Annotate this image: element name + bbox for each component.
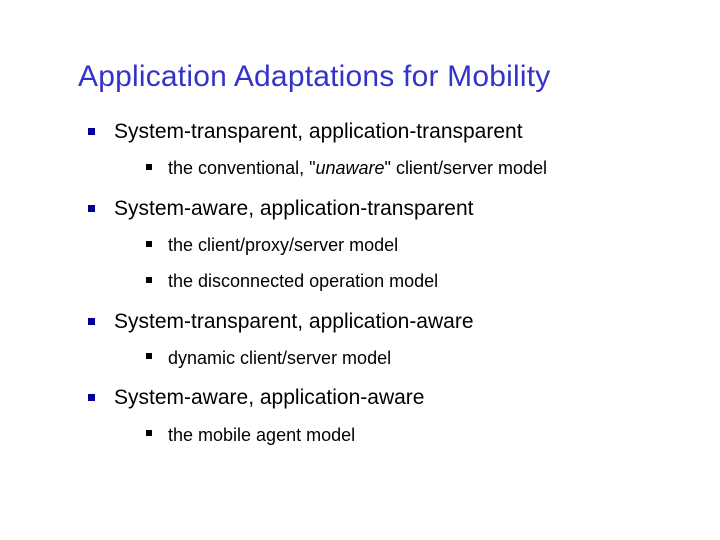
- bullet-list: System-transparent, application-transpar…: [0, 118, 720, 447]
- slide: Application Adaptations for Mobility Sys…: [0, 0, 720, 540]
- list-item: System-aware, application-transparent th…: [84, 195, 720, 294]
- sub-list: the client/proxy/server model the discon…: [114, 233, 720, 294]
- sub-text-prefix: the conventional, ": [168, 158, 316, 178]
- sub-list: dynamic client/server model: [114, 346, 720, 370]
- list-item: System-aware, application-aware the mobi…: [84, 384, 720, 447]
- sub-list-item: dynamic client/server model: [144, 346, 720, 370]
- sub-text: the disconnected operation model: [168, 271, 438, 291]
- sub-list-item: the disconnected operation model: [144, 269, 720, 293]
- list-item-label: System-aware, application-transparent: [114, 197, 474, 220]
- sub-list-item: the mobile agent model: [144, 423, 720, 447]
- list-item: System-transparent, application-transpar…: [84, 118, 720, 181]
- list-item-label: System-transparent, application-aware: [114, 310, 474, 333]
- sub-text: the mobile agent model: [168, 425, 355, 445]
- list-item-label: System-aware, application-aware: [114, 386, 424, 409]
- sub-list-item: the client/proxy/server model: [144, 233, 720, 257]
- sub-text-suffix: " client/server model: [385, 158, 547, 178]
- sub-list-item: the conventional, "unaware" client/serve…: [144, 156, 720, 180]
- sub-list: the conventional, "unaware" client/serve…: [114, 156, 720, 180]
- sub-text: dynamic client/server model: [168, 348, 391, 368]
- sub-text: the client/proxy/server model: [168, 235, 398, 255]
- list-item-label: System-transparent, application-transpar…: [114, 120, 523, 143]
- sub-list: the mobile agent model: [114, 423, 720, 447]
- list-item: System-transparent, application-aware dy…: [84, 308, 720, 371]
- slide-title: Application Adaptations for Mobility: [0, 0, 720, 94]
- sub-text-em: unaware: [316, 158, 385, 178]
